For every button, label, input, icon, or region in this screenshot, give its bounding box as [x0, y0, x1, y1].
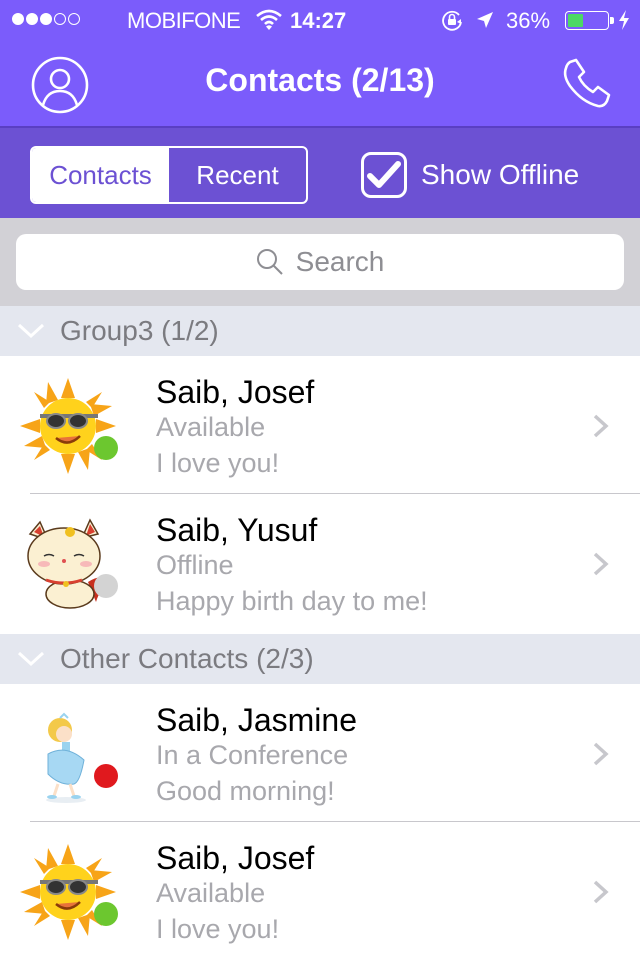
- page-title: Contacts (2/13): [205, 62, 435, 98]
- contact-name: Saib, Yusuf: [156, 512, 318, 548]
- group-header-group3[interactable]: Group3 (1/2): [0, 306, 640, 356]
- sun-sunglasses-avatar: [20, 844, 116, 940]
- contact-row[interactable]: Saib, Yusuf Offline Happy birth day to m…: [0, 494, 640, 632]
- contact-status: Available: [156, 412, 266, 442]
- contact-mood: Happy birth day to me!: [156, 586, 428, 616]
- sun-sunglasses-avatar: [20, 378, 116, 474]
- search-icon: [256, 249, 283, 275]
- lucky-cat-avatar: [27, 518, 110, 609]
- chevron-right-icon: [593, 552, 609, 576]
- checkmark-icon: [367, 161, 401, 188]
- contact-mood: I love you!: [156, 914, 280, 944]
- signal-dot: [54, 13, 66, 25]
- search-placeholder: Search: [295, 246, 385, 277]
- battery-nub: [610, 17, 614, 24]
- contact-row[interactable]: Saib, Josef Available I love you!: [0, 822, 640, 960]
- filter-bar: Contacts Recent Show Offline: [0, 128, 640, 218]
- rotation-lock-icon: [442, 10, 462, 31]
- search-bar-container: Search: [0, 218, 640, 306]
- contact-mood: Good morning!: [156, 776, 335, 806]
- search-input[interactable]: Search: [16, 234, 624, 290]
- group-label: Other Contacts (2/3): [60, 643, 314, 674]
- chevron-down-icon: [17, 323, 45, 339]
- show-offline-toggle[interactable]: Show Offline: [361, 152, 579, 198]
- tab-recent[interactable]: Recent: [169, 148, 306, 202]
- location-arrow-icon: [477, 12, 493, 28]
- contact-row[interactable]: Saib, Jasmine In a Conference Good morni…: [0, 684, 640, 822]
- contact-status: Available: [156, 878, 266, 908]
- contact-name: Saib, Josef: [156, 374, 315, 410]
- carrier-name: MOBIFONE: [127, 8, 241, 33]
- presence-offline-indicator: [94, 574, 118, 598]
- signal-dot: [12, 13, 24, 25]
- presence-available-indicator: [94, 436, 118, 460]
- group-header-other-contacts[interactable]: Other Contacts (2/3): [0, 634, 640, 684]
- signal-dot: [26, 13, 38, 25]
- status-bar: MOBIFONE 14:27 36%: [0, 0, 640, 40]
- contact-row[interactable]: Saib, Josef Available I love you!: [0, 356, 640, 494]
- contact-status: In a Conference: [156, 740, 349, 770]
- phone-icon: [563, 58, 611, 108]
- presence-available-indicator: [94, 902, 118, 926]
- battery-level-fill: [568, 14, 584, 27]
- signal-strength-icon: [12, 13, 80, 25]
- presence-busy-indicator: [94, 764, 118, 788]
- chevron-right-icon: [593, 880, 609, 904]
- clock: 14:27: [290, 8, 347, 33]
- show-offline-checkbox[interactable]: [361, 152, 407, 198]
- group-label: Group3 (1/2): [60, 315, 219, 346]
- chevron-right-icon: [593, 742, 609, 766]
- segmented-control: Contacts Recent: [30, 146, 308, 204]
- princess-avatar: [46, 712, 86, 803]
- top-bar: MOBIFONE 14:27 36% Contacts (2/13): [0, 0, 640, 128]
- contact-name: Saib, Jasmine: [156, 702, 357, 738]
- battery-percent: 36%: [506, 8, 551, 33]
- contact-name: Saib, Josef: [156, 840, 315, 876]
- charging-bolt-icon: [619, 10, 629, 30]
- call-button[interactable]: [560, 58, 612, 110]
- battery-icon: [565, 11, 614, 30]
- wifi-icon: [256, 9, 282, 30]
- contact-mood: I love you!: [156, 448, 280, 478]
- chevron-right-icon: [593, 414, 609, 438]
- chevron-down-icon: [17, 651, 45, 667]
- show-offline-label: Show Offline: [421, 159, 580, 190]
- signal-dot: [68, 13, 80, 25]
- tab-contacts[interactable]: Contacts: [32, 148, 169, 202]
- contact-status: Offline: [156, 550, 234, 580]
- signal-dot: [40, 13, 52, 25]
